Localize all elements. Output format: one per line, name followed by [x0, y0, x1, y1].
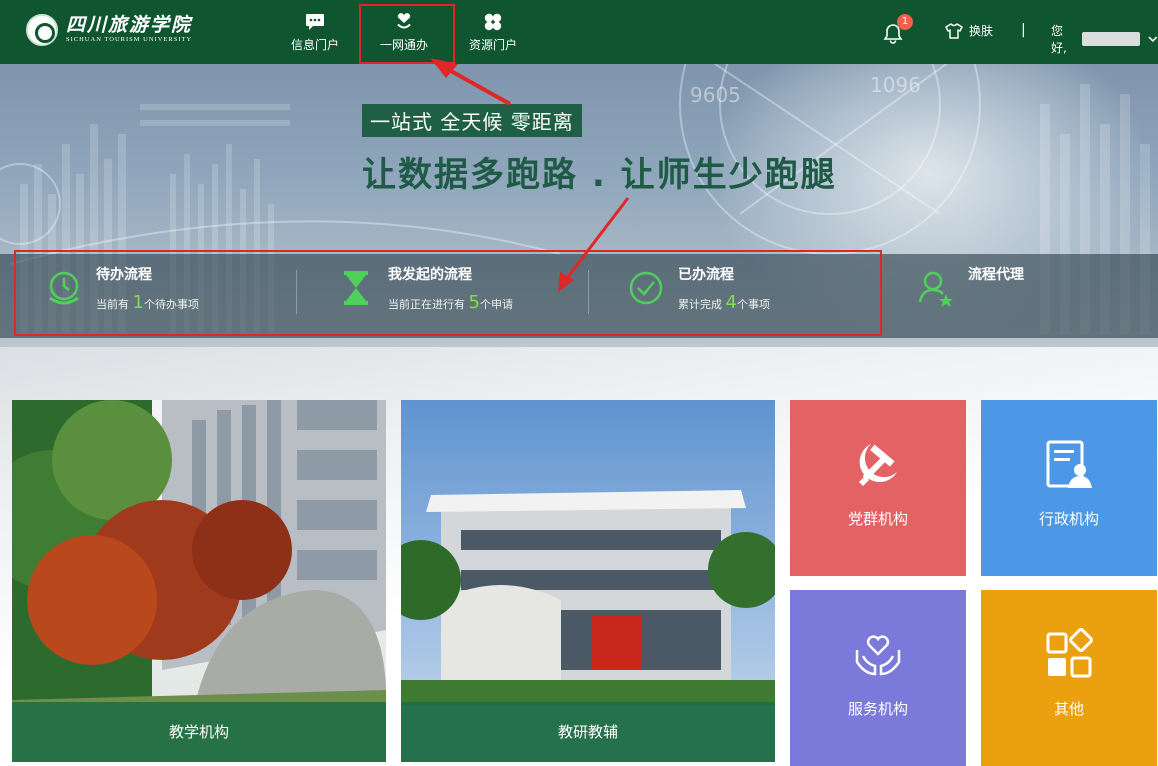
- notification-badge: 1: [897, 14, 913, 30]
- svg-text:9605: 9605: [690, 83, 741, 107]
- tile-party-organizations[interactable]: 党群机构: [790, 400, 966, 576]
- university-seal-icon: [26, 14, 58, 46]
- clover-icon: [483, 12, 503, 32]
- top-navigation-bar: 四川旅游学院 SICHUAN TOURISM UNIVERSITY 信息门户 一…: [0, 0, 1158, 64]
- tile-label: 其他: [1053, 699, 1084, 718]
- photo-caption: 教学机构: [12, 702, 386, 762]
- svg-text:1096: 1096: [870, 73, 921, 97]
- document-user-icon: [1046, 440, 1092, 488]
- hammer-sickle-icon: [859, 443, 897, 486]
- banner-tagline: 一站式 全天候 零距离: [362, 104, 582, 137]
- chat-icon: [305, 12, 325, 32]
- tile-label: 行政机构: [1038, 509, 1099, 528]
- tile-label: 服务机构: [847, 699, 908, 718]
- hero-banner: 9605 1096 一站式 全天候 零距离 让数据多跑路 . 让师生少跑腿 待办…: [0, 64, 1158, 347]
- photo-card-teaching-research-support[interactable]: 教研教辅: [401, 400, 775, 762]
- shirt-icon: [945, 22, 963, 39]
- user-menu[interactable]: 您好,: [1051, 22, 1158, 56]
- photo-caption: 教研教辅: [401, 702, 775, 762]
- blocks-icon: [1046, 627, 1093, 677]
- tile-label: 党群机构: [847, 509, 908, 528]
- logo-english-name: SICHUAN TOURISM UNIVERSITY: [66, 36, 193, 43]
- change-skin-button[interactable]: 换肤: [945, 22, 993, 39]
- logo-chinese-name: 四川旅游学院: [66, 14, 193, 36]
- nav-info-portal[interactable]: 信息门户: [272, 0, 358, 64]
- masked-username: [1082, 32, 1141, 46]
- university-logo[interactable]: 四川旅游学院 SICHUAN TOURISM UNIVERSITY: [26, 14, 192, 46]
- banner-slogan: 让数据多跑路 . 让师生少跑腿: [362, 155, 837, 195]
- user-star-icon: [918, 271, 953, 307]
- hands-heart-icon: [855, 634, 901, 675]
- tile-others[interactable]: 其他: [981, 590, 1157, 766]
- stat-process-proxy[interactable]: 流程代理: [916, 264, 1024, 308]
- tile-service-organizations[interactable]: 服务机构: [790, 590, 966, 766]
- logo-text: 四川旅游学院 SICHUAN TOURISM UNIVERSITY: [66, 15, 192, 45]
- header-separator: |: [1021, 22, 1026, 38]
- chevron-down-icon: [1148, 36, 1158, 43]
- change-skin-label: 换肤: [969, 24, 994, 38]
- tile-administrative-organizations[interactable]: 行政机构: [981, 400, 1157, 576]
- stat-title: 流程代理: [968, 267, 1024, 283]
- photo-card-teaching-units[interactable]: 教学机构: [12, 400, 386, 762]
- greeting-text: 您好,: [1051, 24, 1067, 55]
- nav-label: 资源门户: [468, 37, 517, 52]
- nav-label: 信息门户: [290, 37, 339, 52]
- annotation-highlight-box: [359, 4, 455, 64]
- annotation-highlight-box: [14, 250, 882, 336]
- nav-resource-portal[interactable]: 资源门户: [450, 0, 536, 64]
